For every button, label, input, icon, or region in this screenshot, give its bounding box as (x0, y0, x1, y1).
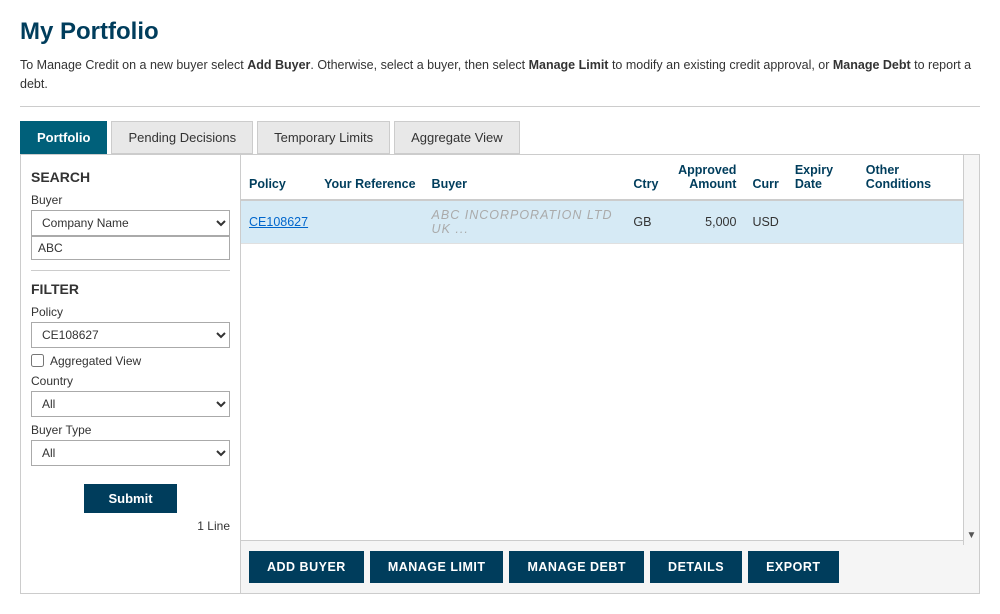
intro-text: To Manage Credit on a new buyer select A… (20, 56, 980, 107)
details-button[interactable]: DETAILS (650, 551, 742, 583)
col-buyer: Buyer (424, 155, 626, 200)
add-buyer-button[interactable]: ADD BUYER (249, 551, 364, 583)
tab-bar: Portfolio Pending Decisions Temporary Li… (20, 121, 980, 154)
buyer-search-select[interactable]: Company Name Reference Policy Number (31, 210, 230, 236)
col-expiry-date: Expiry Date (787, 155, 858, 200)
cell-buyer: ABC INCORPORATION LTD UK ... (424, 200, 626, 244)
cell-approved-amount: 5,000 (666, 200, 744, 244)
col-other-conditions: Other Conditions (858, 155, 963, 200)
cell-your-reference (316, 200, 423, 244)
buyer-search-label: Buyer (31, 193, 230, 207)
aggregated-view-checkbox[interactable] (31, 354, 44, 367)
table-header-row: Policy Your Reference Buyer Ctry Approve… (241, 155, 979, 200)
line-count: 1 Line (31, 519, 230, 533)
manage-limit-button[interactable]: MANAGE LIMIT (370, 551, 504, 583)
search-input[interactable] (31, 236, 230, 260)
policy-filter-select[interactable]: CE108627 All (31, 322, 230, 348)
buyer-type-filter-select[interactable]: All Public Private (31, 440, 230, 466)
col-policy: Policy (241, 155, 316, 200)
col-curr: Curr (744, 155, 786, 200)
buyer-name: ABC INCORPORATION LTD UK ... (432, 208, 613, 236)
manage-debt-button[interactable]: MANAGE DEBT (509, 551, 644, 583)
cell-curr: USD (744, 200, 786, 244)
table-wrapper: Policy Your Reference Buyer Ctry Approve… (241, 155, 979, 540)
content-area: Policy Your Reference Buyer Ctry Approve… (241, 155, 979, 593)
country-filter-label: Country (31, 374, 230, 388)
cell-other-conditions (858, 200, 963, 244)
divider (31, 270, 230, 271)
cell-policy[interactable]: CE108627 (241, 200, 316, 244)
main-area: SEARCH Buyer Company Name Reference Poli… (20, 154, 980, 594)
portfolio-table: Policy Your Reference Buyer Ctry Approve… (241, 155, 979, 244)
scroll-bar: ▼ (963, 155, 979, 545)
submit-row: Submit (31, 484, 230, 513)
policy-filter-label: Policy (31, 305, 230, 319)
sidebar: SEARCH Buyer Company Name Reference Poli… (21, 155, 241, 593)
page-title: My Portfolio (20, 18, 980, 46)
scroll-down-arrow[interactable]: ▼ (967, 530, 977, 541)
search-section-title: SEARCH (31, 169, 230, 185)
tab-pending-decisions[interactable]: Pending Decisions (111, 121, 253, 154)
tab-aggregate-view[interactable]: Aggregate View (394, 121, 520, 154)
export-button[interactable]: EXPORT (748, 551, 838, 583)
tab-portfolio[interactable]: Portfolio (20, 121, 107, 154)
filter-section-title: FILTER (31, 281, 230, 297)
col-approved-amount: Approved Amount (666, 155, 744, 200)
cell-ctry: GB (625, 200, 666, 244)
submit-button[interactable]: Submit (84, 484, 176, 513)
buyer-type-filter-label: Buyer Type (31, 423, 230, 437)
col-ctry: Ctry (625, 155, 666, 200)
aggregated-view-row: Aggregated View (31, 354, 230, 368)
tab-temporary-limits[interactable]: Temporary Limits (257, 121, 390, 154)
col-your-reference: Your Reference (316, 155, 423, 200)
cell-expiry-date (787, 200, 858, 244)
country-filter-select[interactable]: All GB US DE (31, 391, 230, 417)
bottom-bar: ADD BUYER MANAGE LIMIT MANAGE DEBT DETAI… (241, 540, 979, 593)
table-row[interactable]: CE108627 ABC INCORPORATION LTD UK ... GB… (241, 200, 979, 244)
aggregated-view-label: Aggregated View (50, 354, 141, 368)
